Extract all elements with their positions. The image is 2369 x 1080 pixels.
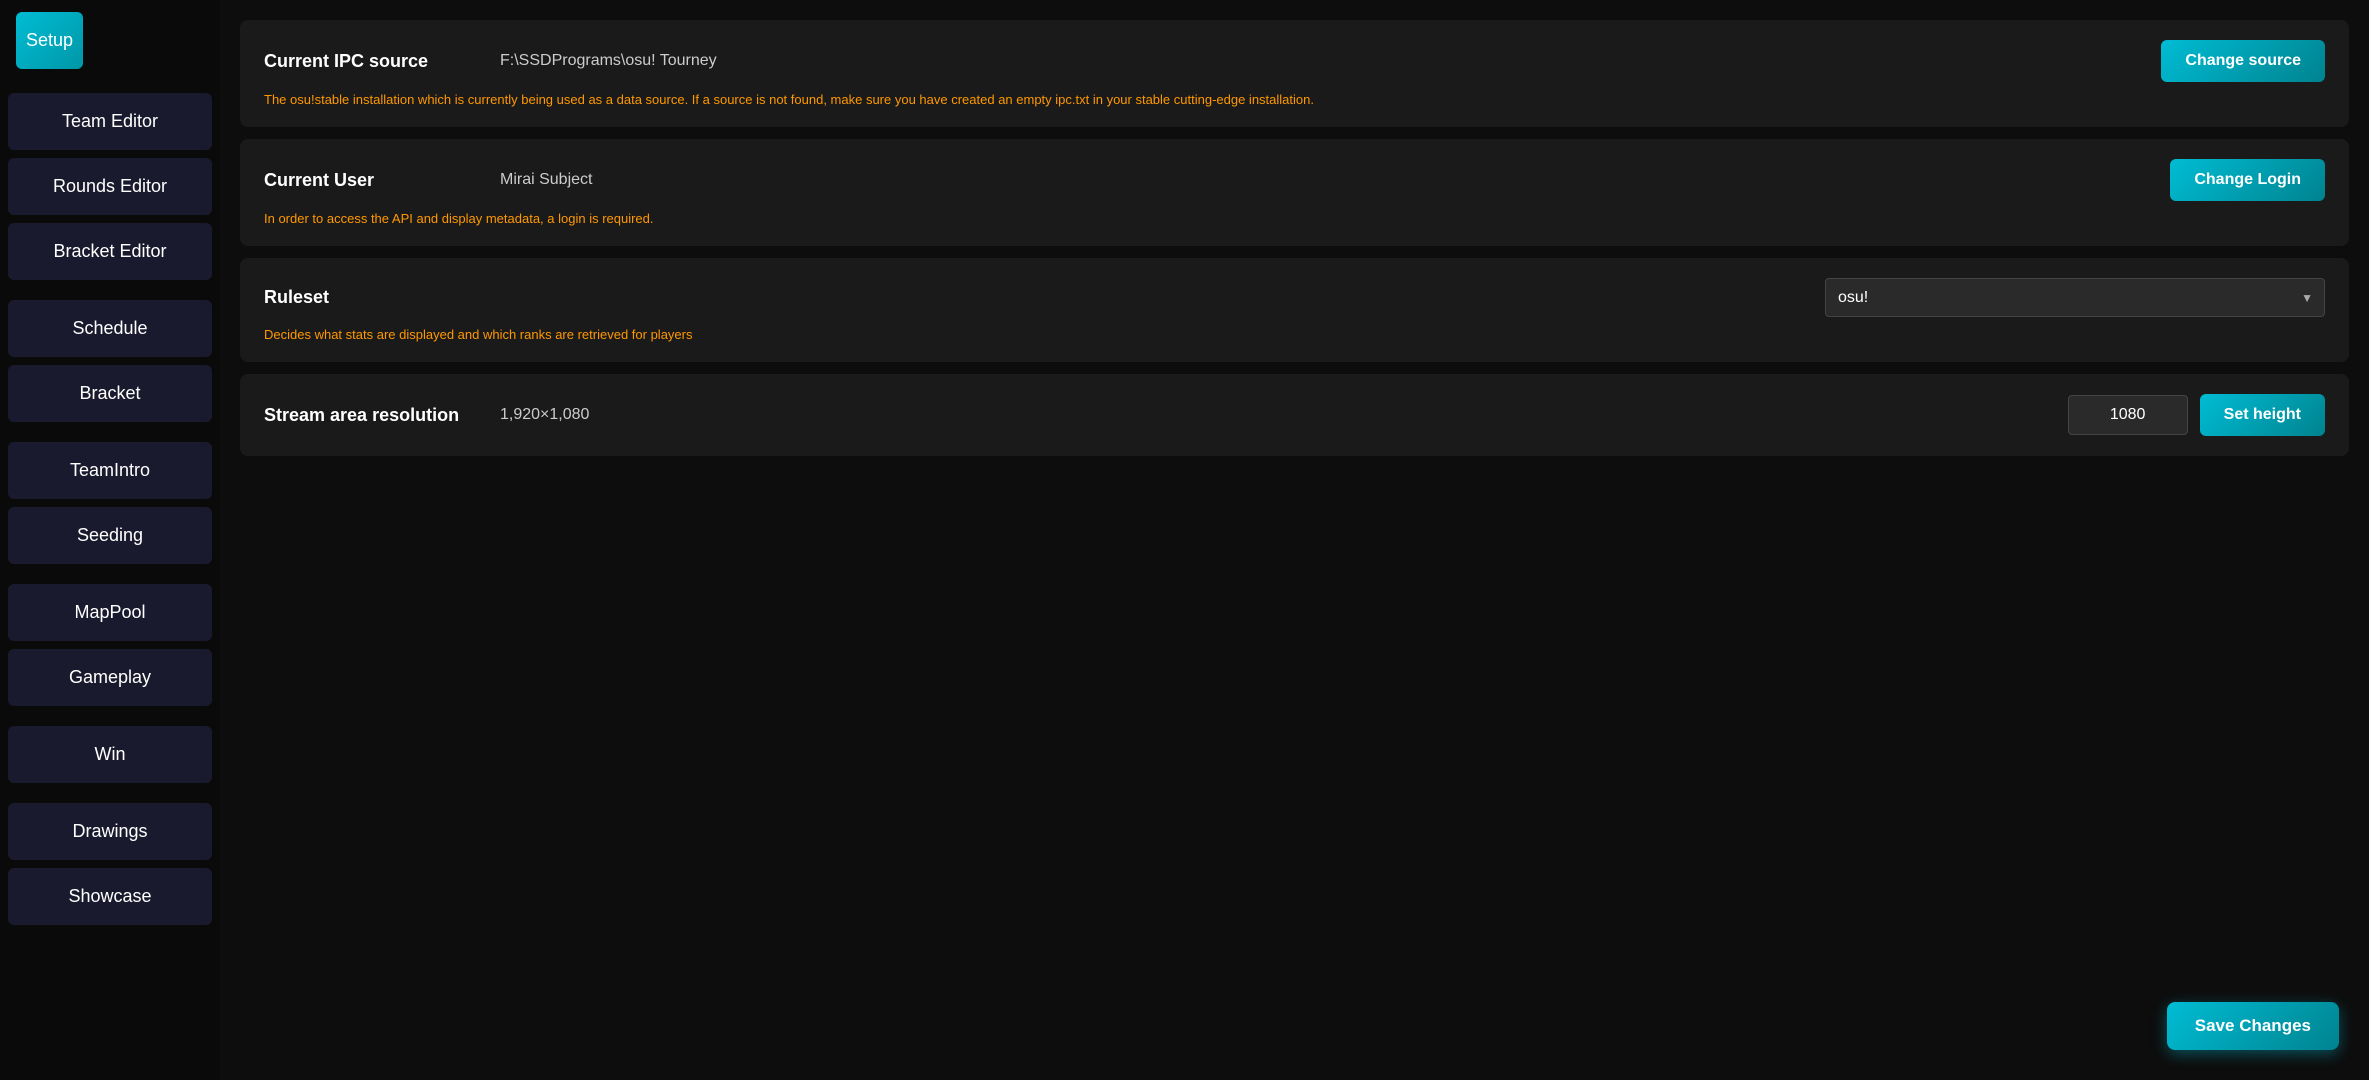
change-login-button[interactable]: Change Login (2170, 159, 2325, 201)
change-source-button[interactable]: Change source (2161, 40, 2325, 82)
ipc-label: Current IPC source (264, 51, 484, 72)
stream-resolution-card: Stream area resolution 1,920×1,080 Set h… (240, 374, 2349, 456)
ipc-source-card: Current IPC source F:\SSDPrograms\osu! T… (240, 20, 2349, 127)
ruleset-label: Ruleset (264, 287, 484, 308)
ruleset-card: Ruleset osu! osu!taiko osu!catch osu!man… (240, 258, 2349, 362)
sidebar-item-win[interactable]: Win (8, 726, 212, 783)
user-warning: In order to access the API and display m… (264, 211, 2325, 226)
save-changes-container: Save Changes (2167, 1002, 2339, 1050)
ipc-warning: The osu!stable installation which is cur… (264, 92, 2325, 107)
resolution-height-input[interactable] (2068, 395, 2188, 435)
user-label: Current User (264, 170, 484, 191)
user-value: Mirai Subject (484, 171, 2170, 189)
main-content: Current IPC source F:\SSDPrograms\osu! T… (220, 0, 2369, 1080)
sidebar-item-team-intro[interactable]: TeamIntro (8, 442, 212, 499)
set-height-button[interactable]: Set height (2200, 394, 2325, 436)
resolution-controls: Set height (2068, 394, 2325, 436)
save-changes-button[interactable]: Save Changes (2167, 1002, 2339, 1050)
ipc-value: F:\SSDPrograms\osu! Tourney (484, 52, 2161, 70)
ruleset-warning: Decides what stats are displayed and whi… (264, 327, 2325, 342)
sidebar-item-drawings[interactable]: Drawings (8, 803, 212, 860)
stream-label: Stream area resolution (264, 405, 484, 426)
sidebar-item-team-editor[interactable]: Team Editor (8, 93, 212, 150)
sidebar-item-schedule[interactable]: Schedule (8, 300, 212, 357)
sidebar-item-showcase[interactable]: Showcase (8, 868, 212, 925)
sidebar-item-gameplay[interactable]: Gameplay (8, 649, 212, 706)
sidebar-item-setup[interactable]: Setup (16, 12, 83, 69)
sidebar-item-mappool[interactable]: MapPool (8, 584, 212, 641)
sidebar: Setup Team Editor Rounds Editor Bracket … (0, 0, 220, 1080)
sidebar-item-bracket-editor[interactable]: Bracket Editor (8, 223, 212, 280)
stream-value: 1,920×1,080 (484, 406, 2068, 424)
ruleset-select[interactable]: osu! osu!taiko osu!catch osu!mania (1825, 278, 2325, 317)
sidebar-item-rounds-editor[interactable]: Rounds Editor (8, 158, 212, 215)
sidebar-item-bracket[interactable]: Bracket (8, 365, 212, 422)
ruleset-select-wrapper: osu! osu!taiko osu!catch osu!mania (1825, 278, 2325, 317)
sidebar-item-seeding[interactable]: Seeding (8, 507, 212, 564)
current-user-card: Current User Mirai Subject Change Login … (240, 139, 2349, 246)
